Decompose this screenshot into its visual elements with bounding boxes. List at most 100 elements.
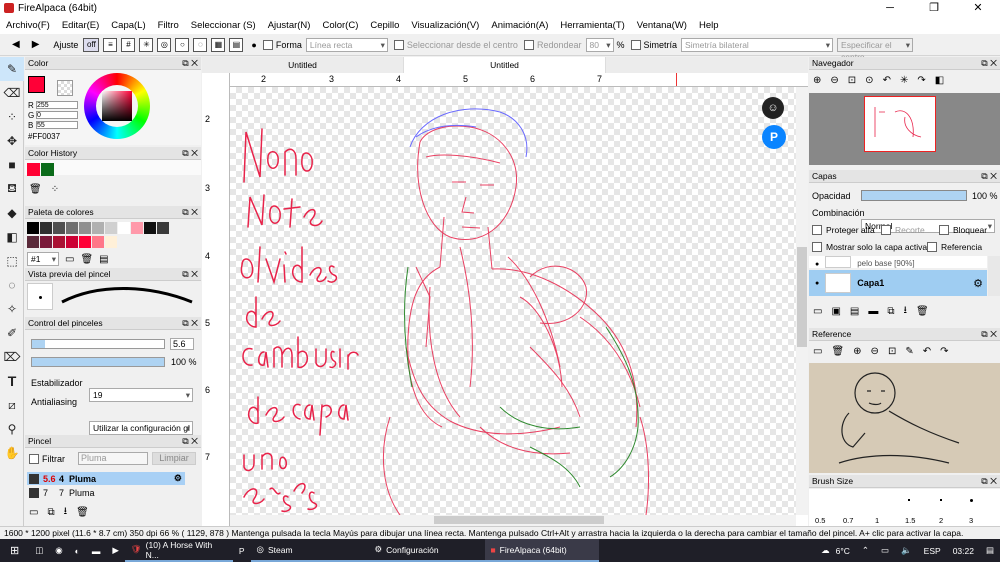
menu-help[interactable]: Help: [693, 20, 725, 31]
new-1bit-layer-icon[interactable]: ▤: [850, 306, 859, 317]
menu-ventana[interactable]: Ventana(W): [631, 20, 693, 31]
forma-checkbox[interactable]: [262, 39, 273, 50]
panel-float-icon[interactable]: ⧉ ✕: [182, 206, 198, 218]
palette-swatch[interactable]: [105, 222, 117, 234]
size-value[interactable]: 5.6: [170, 338, 194, 350]
import-brush-icon[interactable]: ⭳: [64, 504, 68, 521]
palette-swatch[interactable]: [131, 222, 143, 234]
select-pen-tool-icon[interactable]: ✐: [0, 321, 24, 345]
new-layer-icon[interactable]: ▭: [813, 306, 822, 317]
menu-capa[interactable]: Capa(L): [105, 20, 151, 31]
maximize-button[interactable]: ❐: [912, 0, 956, 17]
color-wheel[interactable]: [84, 73, 150, 139]
show-active-checkbox[interactable]: [812, 242, 822, 252]
taskbar-steam[interactable]: ◎ Steam: [250, 539, 369, 562]
palette-swatch[interactable]: [92, 236, 104, 248]
menu-cepillo[interactable]: Cepillo: [364, 20, 405, 31]
layer-item-active[interactable]: ● Capa1 ⚙: [809, 270, 987, 296]
filter-checkbox[interactable]: [29, 454, 39, 464]
layer-settings-icon[interactable]: ⚙: [973, 277, 983, 290]
ref-eyedropper-icon[interactable]: ✎: [905, 346, 913, 357]
gradient-tool-icon[interactable]: ◧: [0, 225, 24, 249]
flip-icon[interactable]: ◧: [935, 75, 944, 86]
menu-visualizacion[interactable]: Visualización(V): [405, 20, 485, 31]
palette-more-icon[interactable]: ▤: [99, 254, 108, 265]
g-value[interactable]: 0: [36, 111, 78, 119]
ref-zoom-in-icon[interactable]: ⊕: [853, 346, 861, 357]
simetria-select[interactable]: Simetría bilateral: [681, 37, 834, 52]
ref-delete-icon[interactable]: 🗑: [831, 346, 844, 357]
palette-add-icon[interactable]: ▭: [65, 254, 74, 265]
ref-rotate-right-icon[interactable]: ↷: [940, 346, 948, 357]
opacity-slider[interactable]: [31, 357, 165, 367]
magic-wand-tool-icon[interactable]: ✧: [0, 297, 24, 321]
rotate-left-icon[interactable]: ↶: [883, 75, 891, 86]
media-player-icon[interactable]: ▶: [106, 539, 125, 562]
size-preset[interactable]: 2: [927, 489, 957, 526]
select-tool-icon[interactable]: ⬚: [0, 249, 24, 273]
palette-swatch[interactable]: [79, 222, 91, 234]
menu-archivo[interactable]: Archivo(F): [0, 20, 56, 31]
zoom-out-icon[interactable]: ⊖: [830, 75, 838, 86]
volume-icon[interactable]: 🔈: [895, 539, 918, 562]
ref-fit-icon[interactable]: ⊡: [888, 346, 896, 357]
forma-select[interactable]: Línea recta: [305, 37, 388, 52]
layer-visible-icon[interactable]: ●: [815, 280, 819, 287]
drawing-canvas[interactable]: ☺ P: [230, 87, 796, 515]
eraser-tool-icon[interactable]: ⌫: [0, 81, 24, 105]
snap-grid-icon[interactable]: ▦: [211, 37, 226, 52]
windows-start-icon[interactable]: ⊞: [0, 539, 29, 562]
redondear-value[interactable]: 80: [585, 37, 614, 52]
taskbar-browser[interactable]: 🛡 (10) A Horse With N...: [124, 539, 233, 562]
divide-tool-icon[interactable]: ⧄: [0, 393, 24, 417]
pixiv-taskbar-icon[interactable]: P: [233, 539, 251, 562]
palette-swatch[interactable]: [27, 236, 39, 248]
zoom-in-icon[interactable]: ⊕: [813, 75, 821, 86]
trash-icon[interactable]: 🗑: [29, 184, 42, 195]
antialias-select[interactable]: Utilizar la configuración gl: [89, 421, 193, 435]
weather-icon[interactable]: ☁: [815, 539, 836, 562]
fill-tool-icon[interactable]: ◆: [0, 201, 24, 225]
simetria-checkbox[interactable]: [630, 39, 641, 50]
new-folder-icon[interactable]: ▬: [868, 306, 878, 317]
move-tool-icon[interactable]: ✥: [0, 129, 24, 153]
panel-float-icon[interactable]: ⧉ ✕: [182, 57, 198, 69]
ref-rotate-left-icon[interactable]: ↶: [923, 346, 931, 357]
palette-swatch[interactable]: [79, 236, 91, 248]
reference-checkbox[interactable]: [927, 242, 937, 252]
mascot-icon[interactable]: ☺: [762, 97, 784, 119]
task-view-icon[interactable]: ◫: [29, 539, 49, 562]
filter-input[interactable]: Pluma: [78, 452, 148, 465]
panel-float-icon[interactable]: ⧉ ✕: [182, 317, 198, 329]
vertical-scrollbar[interactable]: [796, 87, 808, 515]
layer-opacity-slider[interactable]: [861, 190, 967, 201]
language-indicator[interactable]: ESP: [918, 539, 947, 562]
eyedropper-tool-icon[interactable]: ⚲: [0, 417, 24, 441]
palette-swatch[interactable]: [40, 222, 52, 234]
edge-icon[interactable]: ◐: [69, 539, 86, 562]
rotate-right-icon[interactable]: ↷: [917, 75, 925, 86]
size-preset[interactable]: 3: [957, 489, 987, 526]
brush-item[interactable]: 7 7 Pluma: [27, 486, 185, 499]
delete-brush-icon[interactable]: 🗑: [76, 507, 89, 518]
layer-item[interactable]: ● pelo base [90%]: [809, 256, 987, 268]
taskbar-firealpaca[interactable]: ■ FireAlpaca (64bit): [484, 539, 599, 562]
snap-curve-icon[interactable]: ◌: [193, 37, 208, 52]
dot-tool-icon[interactable]: ⁘: [0, 105, 24, 129]
specify-center-button[interactable]: Especificar el centro: [837, 37, 914, 62]
rotate-reset-icon[interactable]: ✳: [900, 75, 908, 86]
palette-set-select[interactable]: #1: [27, 252, 59, 266]
clock[interactable]: 03:22: [947, 539, 980, 562]
history-swatch[interactable]: [41, 163, 54, 176]
menu-seleccionar[interactable]: Seleccionar (S): [185, 20, 262, 31]
panel-float-icon[interactable]: ⧉ ✕: [981, 328, 997, 340]
clear-button[interactable]: Limpiar: [152, 452, 196, 465]
chrome-icon[interactable]: ◉: [49, 539, 68, 562]
tab-untitled-2[interactable]: Untitled: [404, 57, 606, 73]
r-value[interactable]: 255: [36, 101, 78, 109]
panel-float-icon[interactable]: ⧉ ✕: [981, 57, 997, 69]
layer-visible-icon[interactable]: ●: [815, 261, 819, 268]
palette-swatch[interactable]: [66, 236, 78, 248]
panel-float-icon[interactable]: ⧉ ✕: [182, 435, 198, 447]
snap-off-button[interactable]: off: [83, 37, 100, 52]
